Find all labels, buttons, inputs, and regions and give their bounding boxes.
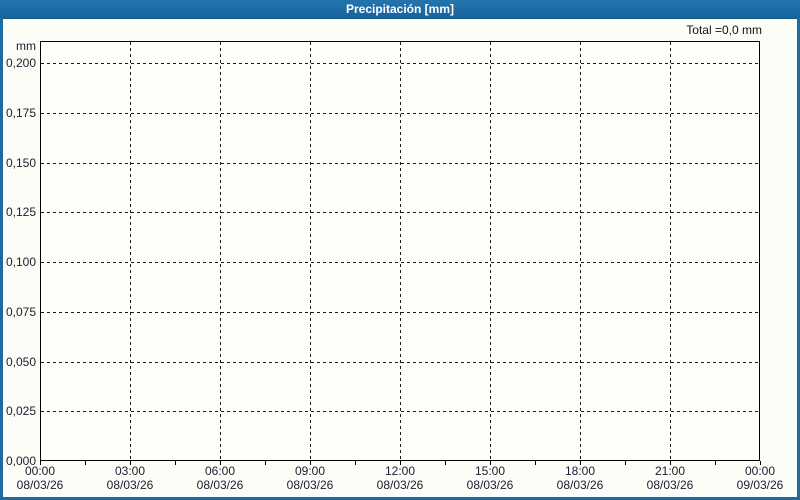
v-gridline bbox=[490, 42, 491, 460]
y-tick-label: 0,125 bbox=[5, 205, 36, 219]
y-tick-label: 0,200 bbox=[5, 56, 36, 70]
x-tick-label: 06:00 08/03/26 bbox=[175, 464, 265, 492]
x-tick-time: 12:00 bbox=[384, 464, 416, 478]
x-tick-date: 08/03/26 bbox=[196, 478, 244, 492]
x-tick-date: 08/03/26 bbox=[466, 478, 514, 492]
x-tick-date: 08/03/26 bbox=[646, 478, 694, 492]
y-axis-unit-label: mm bbox=[16, 39, 36, 53]
y-tick-label: 0,075 bbox=[5, 305, 36, 319]
total-annotation: Total =0,0 mm bbox=[686, 23, 762, 37]
x-tick-label: 12:00 08/03/26 bbox=[355, 464, 445, 492]
x-tick-time: 00:00 bbox=[744, 464, 776, 478]
y-tick-label: 0,175 bbox=[5, 106, 36, 120]
x-tick-date: 08/03/26 bbox=[286, 478, 334, 492]
x-tick-time: 09:00 bbox=[294, 464, 326, 478]
x-tick-label: 18:00 08/03/26 bbox=[535, 464, 625, 492]
y-tick-label: 0,150 bbox=[5, 156, 36, 170]
y-tick-label: 0,100 bbox=[5, 255, 36, 269]
x-tick-time: 00:00 bbox=[24, 464, 56, 478]
precipitation-chart-widget: Precipitación [mm] Total =0,0 mm mm 0,20… bbox=[0, 0, 800, 500]
v-gridline bbox=[670, 42, 671, 460]
chart-title: Precipitación [mm] bbox=[345, 2, 455, 16]
x-tick-label: 15:00 08/03/26 bbox=[445, 464, 535, 492]
x-tick-time: 15:00 bbox=[474, 464, 506, 478]
x-tick-time: 21:00 bbox=[654, 464, 686, 478]
v-gridline bbox=[580, 42, 581, 460]
x-tick-label: 03:00 08/03/26 bbox=[85, 464, 175, 492]
x-tick-time: 06:00 bbox=[204, 464, 236, 478]
x-tick-date: 09/03/26 bbox=[736, 478, 784, 492]
x-tick-time: 18:00 bbox=[564, 464, 596, 478]
v-gridline bbox=[400, 42, 401, 460]
x-tick-label: 21:00 08/03/26 bbox=[625, 464, 715, 492]
y-tick-label: 0,050 bbox=[5, 355, 36, 369]
x-tick-date: 08/03/26 bbox=[376, 478, 424, 492]
x-tick-date: 08/03/26 bbox=[106, 478, 154, 492]
x-tick-label: 00:00 09/03/26 bbox=[715, 464, 800, 492]
v-gridline bbox=[130, 42, 131, 460]
y-tick-label: 0,025 bbox=[5, 404, 36, 418]
chart-title-bar: Precipitación [mm] bbox=[0, 0, 800, 19]
v-gridline bbox=[310, 42, 311, 460]
x-tick-time: 03:00 bbox=[114, 464, 146, 478]
x-tick-date: 08/03/26 bbox=[16, 478, 64, 492]
x-tick-label: 00:00 08/03/26 bbox=[0, 464, 85, 492]
x-tick-label: 09:00 08/03/26 bbox=[265, 464, 355, 492]
x-tick-date: 08/03/26 bbox=[556, 478, 604, 492]
v-gridline bbox=[220, 42, 221, 460]
